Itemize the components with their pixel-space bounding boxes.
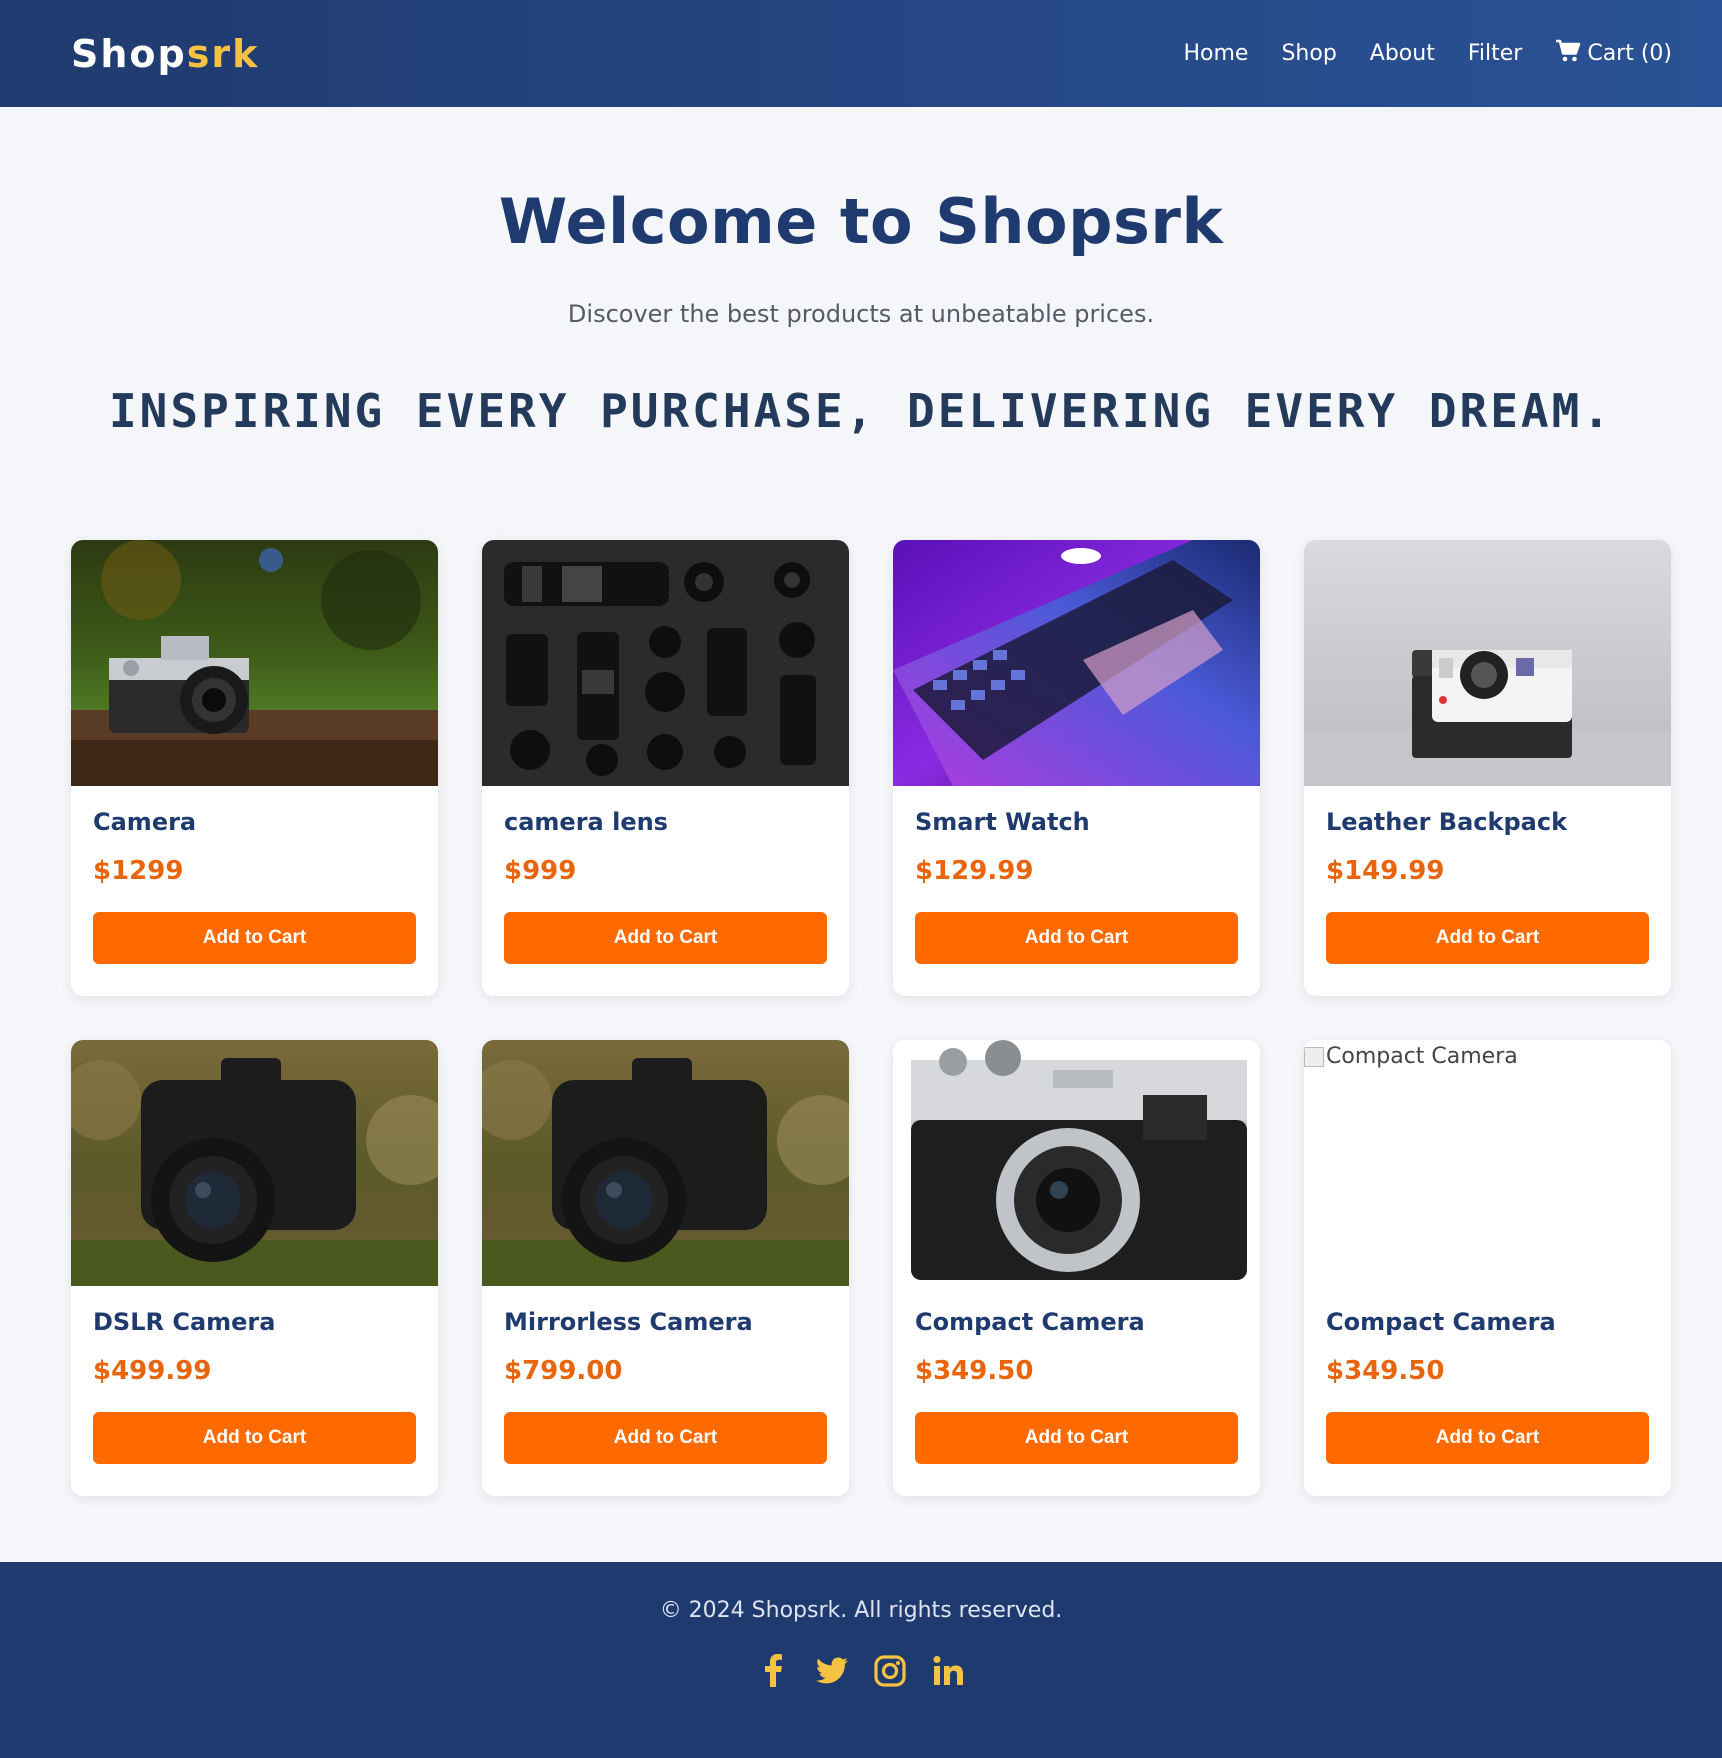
product-grid: Camera $1299 Add to Cart camera lens $99… <box>71 540 1672 1496</box>
product-name: Smart Watch <box>915 808 1090 836</box>
product-image-mirrorless-camera[interactable] <box>482 1040 849 1286</box>
facebook-icon[interactable] <box>756 1653 792 1689</box>
product-name: Camera <box>93 808 197 836</box>
product-image-broken[interactable]: Compact Camera <box>1304 1040 1671 1286</box>
product-name: camera lens <box>504 808 668 836</box>
product-image-dslr-camera[interactable] <box>71 1040 438 1286</box>
product-card: Compact Camera $349.50 Add to Cart <box>893 1040 1260 1496</box>
product-price: $129.99 <box>915 856 1034 886</box>
product-name: Compact Camera <box>915 1308 1145 1336</box>
product-card: camera lens $999 Add to Cart <box>482 540 849 996</box>
add-to-cart-button[interactable]: Add to Cart <box>93 1412 416 1464</box>
product-card: Leather Backpack $149.99 Add to Cart <box>1304 540 1671 996</box>
add-to-cart-button[interactable]: Add to Cart <box>93 912 416 964</box>
product-card: Camera $1299 Add to Cart <box>71 540 438 996</box>
product-image-instant-camera[interactable] <box>1304 540 1671 786</box>
broken-image-icon <box>1304 1046 1324 1067</box>
nav-home[interactable]: Home <box>1183 41 1248 66</box>
product-card: Mirrorless Camera $799.00 Add to Cart <box>482 1040 849 1496</box>
nav-cart[interactable]: Cart (0) <box>1555 39 1672 69</box>
main-nav: Home Shop About Filter Cart (0) <box>1183 39 1672 69</box>
site-footer: © 2024 Shopsrk. All rights reserved. <box>0 1562 1722 1758</box>
add-to-cart-button[interactable]: Add to Cart <box>1326 912 1649 964</box>
product-name: DSLR Camera <box>93 1308 276 1336</box>
product-price: $349.50 <box>915 1356 1034 1386</box>
linkedin-icon[interactable] <box>930 1653 966 1689</box>
nav-shop[interactable]: Shop <box>1281 41 1336 66</box>
product-name: Mirrorless Camera <box>504 1308 753 1336</box>
add-to-cart-button[interactable]: Add to Cart <box>504 1412 827 1464</box>
broken-image-alt: Compact Camera <box>1304 1044 1518 1069</box>
product-card: Compact Camera Compact Camera $349.50 Ad… <box>1304 1040 1671 1496</box>
product-card: Smart Watch $129.99 Add to Cart <box>893 540 1260 996</box>
logo-text: Shop <box>71 31 187 76</box>
product-price: $499.99 <box>93 1356 212 1386</box>
add-to-cart-button[interactable]: Add to Cart <box>915 912 1238 964</box>
add-to-cart-button[interactable]: Add to Cart <box>915 1412 1238 1464</box>
social-links <box>0 1653 1722 1689</box>
product-price: $999 <box>504 856 577 886</box>
product-name: Leather Backpack <box>1326 808 1568 836</box>
product-image-camera-lenses[interactable] <box>482 540 849 786</box>
copyright-text: © 2024 Shopsrk. All rights reserved. <box>659 1598 1063 1623</box>
image-alt-text: Compact Camera <box>1326 1044 1518 1069</box>
product-price: $1299 <box>93 856 184 886</box>
product-price: $349.50 <box>1326 1356 1445 1386</box>
add-to-cart-button[interactable]: Add to Cart <box>504 912 827 964</box>
product-image-vintage-camera[interactable] <box>71 540 438 786</box>
hero-section: Welcome to Shopsrk Discover the best pro… <box>0 185 1722 438</box>
add-to-cart-button[interactable]: Add to Cart <box>1326 1412 1649 1464</box>
site-header: Shopsrk Home Shop About Filter Cart (0) <box>0 0 1722 107</box>
nav-filter[interactable]: Filter <box>1468 41 1522 66</box>
logo[interactable]: Shopsrk <box>71 32 259 76</box>
hero-tagline: INSPIRING EVERY PURCHASE, DELIVERING EVE… <box>108 384 1614 438</box>
cart-label: Cart (0) <box>1587 41 1672 66</box>
logo-accent-text: srk <box>186 31 260 76</box>
product-image-laptop[interactable] <box>893 540 1260 786</box>
instagram-icon[interactable] <box>872 1653 908 1689</box>
twitter-icon[interactable] <box>814 1653 850 1689</box>
product-price: $799.00 <box>504 1356 623 1386</box>
page-title: Welcome to Shopsrk <box>498 185 1224 258</box>
nav-about[interactable]: About <box>1370 41 1435 66</box>
product-card: DSLR Camera $499.99 Add to Cart <box>71 1040 438 1496</box>
hero-subtitle: Discover the best products at unbeatable… <box>567 300 1155 328</box>
product-name: Compact Camera <box>1326 1308 1556 1336</box>
product-price: $149.99 <box>1326 856 1445 886</box>
product-image-compact-camera[interactable] <box>893 1040 1260 1286</box>
shopping-cart-icon <box>1555 39 1581 69</box>
